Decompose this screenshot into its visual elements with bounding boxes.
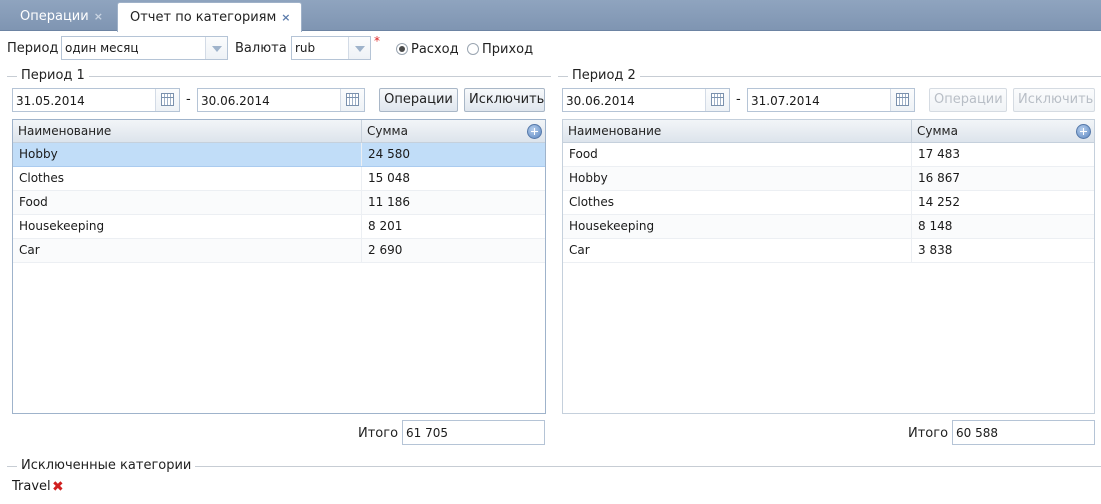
period2-total-label: Итого <box>908 426 949 441</box>
row-sum: 8 201 <box>361 215 402 238</box>
row-sum: 14 252 <box>911 191 960 214</box>
period2-legend: Период 2 <box>568 68 640 83</box>
period1-date-to[interactable]: 30.06.2014 <box>197 88 365 112</box>
table-row[interactable]: Hobby 24 580 <box>13 143 545 167</box>
calendar-icon[interactable] <box>155 89 179 111</box>
period2-operations-button[interactable]: Операции <box>929 88 1007 112</box>
row-sum: 3 838 <box>911 239 952 262</box>
column-header-sum[interactable]: Сумма <box>911 120 1094 142</box>
period1-date-from[interactable]: 31.05.2014 <box>12 88 180 112</box>
table-row[interactable]: Hobby 16 867 <box>563 167 1094 191</box>
period-combo[interactable]: один месяц <box>61 36 228 60</box>
period2-total-value: 60 588 <box>956 426 998 440</box>
date-separator: - <box>736 92 741 107</box>
period2-date-to-value: 31.07.2014 <box>751 94 820 108</box>
period2-grid-header: Наименование Сумма <box>563 120 1094 143</box>
row-name: Hobby <box>19 147 58 161</box>
excluded-legend: Исключенные категории <box>17 458 196 473</box>
currency-combo-value: rub <box>295 41 316 55</box>
calendar-icon[interactable] <box>890 89 914 111</box>
table-row[interactable]: Car 2 690 <box>13 239 545 263</box>
period-combo-value: один месяц <box>65 41 139 55</box>
radio-income-label[interactable]: Приход <box>482 42 533 57</box>
add-icon[interactable] <box>1076 124 1091 139</box>
table-row[interactable]: Car 3 838 <box>563 239 1094 263</box>
period1-legend: Период 1 <box>17 68 89 83</box>
table-row[interactable]: Housekeeping 8 201 <box>13 215 545 239</box>
chevron-down-icon[interactable] <box>205 37 227 59</box>
period2-total-field: 60 588 <box>952 420 1095 445</box>
close-icon[interactable]: × <box>281 3 290 32</box>
period-label: Период <box>7 41 59 56</box>
period1-grid-header: Наименование Сумма <box>13 120 545 143</box>
row-sum: 8 148 <box>911 215 952 238</box>
row-sum: 24 580 <box>361 143 410 166</box>
row-sum: 17 483 <box>911 143 960 166</box>
row-name: Car <box>19 243 40 257</box>
row-sum: 15 048 <box>361 167 410 190</box>
tab-operations-label: Операции <box>20 9 89 24</box>
date-separator: - <box>186 92 191 107</box>
tab-category-report-label: Отчет по категориям <box>130 10 277 25</box>
required-mark: * <box>374 34 380 48</box>
row-name: Housekeeping <box>569 219 655 233</box>
table-row[interactable]: Clothes 14 252 <box>563 191 1094 215</box>
period1-operations-button[interactable]: Операции <box>379 88 458 112</box>
radio-income[interactable] <box>467 43 479 55</box>
row-name: Hobby <box>569 171 608 185</box>
period1-total-label: Итого <box>358 426 399 441</box>
period1-grid: Наименование Сумма Hobby 24 580 Clothes … <box>12 119 546 414</box>
chevron-down-icon[interactable] <box>348 37 370 59</box>
period1-exclude-button[interactable]: Исключить <box>464 88 545 112</box>
column-header-sum[interactable]: Сумма <box>361 120 545 142</box>
table-row[interactable]: Housekeeping 8 148 <box>563 215 1094 239</box>
tab-operations[interactable]: Операции × <box>8 2 113 31</box>
excluded-item-label: Travel <box>12 479 51 494</box>
row-name: Car <box>569 243 590 257</box>
period2-grid: Наименование Сумма Food 17 483 Hobby 16 … <box>562 119 1095 414</box>
table-row[interactable]: Food 11 186 <box>13 191 545 215</box>
table-row[interactable]: Food 17 483 <box>563 143 1094 167</box>
table-row[interactable]: Clothes 15 048 <box>13 167 545 191</box>
row-sum: 2 690 <box>361 239 402 262</box>
column-header-name[interactable]: Наименование <box>13 120 361 142</box>
radio-expense-label[interactable]: Расход <box>411 42 459 57</box>
tab-category-report[interactable]: Отчет по категориям × <box>117 2 302 32</box>
period1-date-to-value: 30.06.2014 <box>201 94 270 108</box>
calendar-icon[interactable] <box>705 89 729 111</box>
remove-icon[interactable]: ✖ <box>52 480 64 494</box>
row-sum: 16 867 <box>911 167 960 190</box>
period2-date-from-value: 30.06.2014 <box>566 94 635 108</box>
currency-label: Валюта <box>235 41 287 56</box>
close-icon[interactable]: × <box>94 2 103 31</box>
row-name: Food <box>569 147 598 161</box>
tab-bar: Операции × Отчет по категориям × <box>0 0 1101 32</box>
column-header-name[interactable]: Наименование <box>563 120 911 142</box>
calendar-icon[interactable] <box>340 89 364 111</box>
period2-date-from[interactable]: 30.06.2014 <box>562 88 730 112</box>
radio-expense[interactable] <box>396 43 408 55</box>
period1-total-value: 61 705 <box>406 426 448 440</box>
period1-total-field: 61 705 <box>402 420 545 445</box>
row-name: Clothes <box>19 171 64 185</box>
currency-combo[interactable]: rub <box>291 36 371 60</box>
row-name: Food <box>19 195 48 209</box>
add-icon[interactable] <box>527 124 542 139</box>
row-name: Housekeeping <box>19 219 105 233</box>
period1-date-from-value: 31.05.2014 <box>16 94 85 108</box>
row-name: Clothes <box>569 195 614 209</box>
period2-exclude-button[interactable]: Исключить <box>1013 88 1095 112</box>
row-sum: 11 186 <box>361 191 410 214</box>
period2-date-to[interactable]: 31.07.2014 <box>747 88 915 112</box>
